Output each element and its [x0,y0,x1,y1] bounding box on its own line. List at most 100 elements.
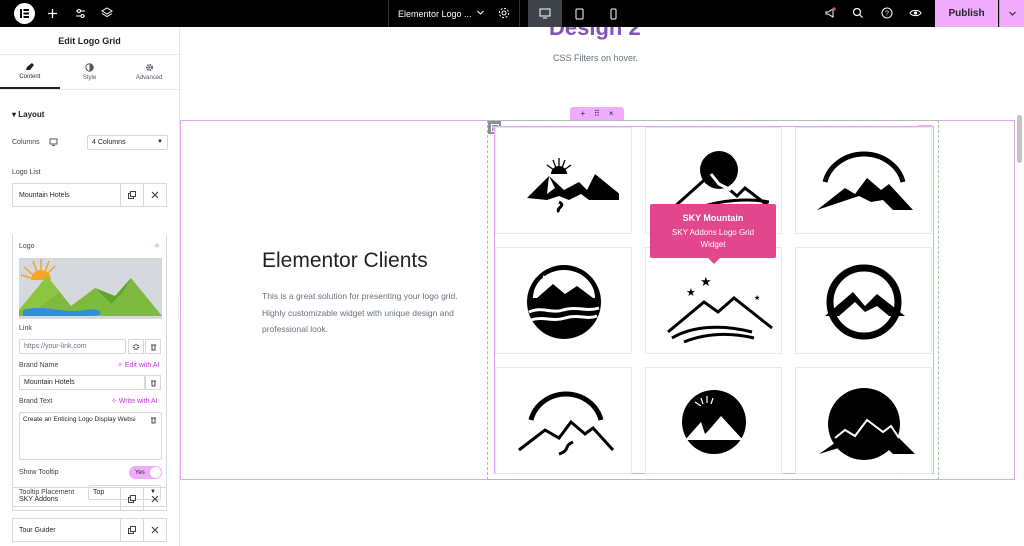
gear-icon [145,64,153,71]
notifications-megaphone-icon[interactable] [823,6,837,20]
design-heading: Design 2 [549,27,641,40]
write-with-ai-link[interactable]: ✧ Write with AI [111,397,158,405]
repeater-item-tour-guider[interactable]: Tour Guider [12,518,167,542]
clients-heading: Elementor Clients [262,249,428,272]
desktop-view-icon[interactable] [528,0,562,27]
link-input[interactable]: https://your-link.com [19,339,126,354]
select-arrow-icon: ▼ [157,139,163,145]
document-title: Elementor Logo ... [398,8,472,19]
mountain-arc-river-logo-icon [517,391,614,456]
section-handle[interactable]: + ⠿ × [570,107,624,120]
brand-name-input[interactable]: Mountain Hotels [19,375,145,390]
tab-style-label: Style [82,75,97,81]
contrast-icon [85,63,94,72]
columns-select-value: 4 Columns [92,139,126,146]
chevron-down-icon [476,8,485,19]
repeater-item-mountain-hotels[interactable]: Mountain Hotels [12,183,167,207]
logo-cell[interactable] [795,247,932,354]
tab-content[interactable]: Content [0,55,60,89]
columns-label: Columns [12,139,40,146]
brand-text-textarea[interactable]: Create an Enticing Logo Display Websi [19,412,162,460]
tooltip-title: SKY Mountain [682,213,744,223]
toggle-knob [150,467,161,478]
columns-select[interactable]: 4 Columns ▼ [87,135,168,150]
help-icon[interactable]: ? [880,6,894,20]
logo-cell[interactable] [795,367,932,474]
panel-tabs: Content Style Advanced [0,55,179,90]
repeater-item-label: SKY Addons [19,495,59,503]
logo-image-preview[interactable] [19,258,162,319]
logo-cell[interactable] [495,247,632,354]
svg-text:?: ? [885,11,889,18]
add-element-icon[interactable] [45,6,59,20]
page-settings-gear-icon[interactable] [497,6,511,20]
link-label: Link [19,325,32,332]
editor-panel: Edit Logo Grid Content Style Advanced ▾ … [0,27,180,546]
repeater-item-sky-addons[interactable]: SKY Addons [12,487,167,511]
logo-tooltip: SKY Mountain SKY Addons Logo Grid Widget [650,204,776,264]
remove-item-close-icon[interactable] [143,519,166,541]
mountain-solid-disk-logo-icon [818,388,915,460]
delete-section-close-icon[interactable]: × [609,109,614,118]
drag-handle-icon[interactable]: ⠿ [594,109,600,118]
design-subtitle: CSS Filters on hover. [553,53,639,63]
show-tooltip-label: Show Tooltip [19,469,59,476]
brand-name-label: Brand Name [19,362,59,369]
link-dynamic-tags-icon[interactable] [145,339,161,354]
edit-with-ai-link[interactable]: ✧ Edit with AI [117,361,159,369]
duplicate-icon[interactable] [120,519,143,541]
brand-name-dynamic-tags-icon[interactable] [145,375,161,390]
ai-sparkle-icon[interactable]: ✧ [154,242,160,250]
tablet-view-icon[interactable] [562,0,596,27]
add-section-icon[interactable]: + [580,109,585,118]
write-with-ai-label: Write with AI [118,398,158,405]
remove-item-close-icon[interactable] [143,184,166,206]
canvas-scrollbar[interactable] [1017,115,1022,163]
duplicate-icon[interactable] [120,184,143,206]
panel-title: Edit Logo Grid [0,27,179,55]
mountain-circle-logo-icon [816,151,913,210]
show-tooltip-toggle[interactable]: Yes [129,466,162,479]
logo-cell[interactable] [645,367,782,474]
logo-list-label: Logo List [12,169,41,176]
mountain-sun-dark-circle-logo-icon [681,390,746,454]
mountain-stars-waves-logo-icon: ★ ★ ★ [666,275,773,343]
brand-text-label: Brand Text [19,398,53,405]
layout-section-title: Layout [18,110,45,119]
structure-layers-icon[interactable] [100,6,114,20]
mobile-view-icon[interactable] [596,0,630,27]
logo-cell[interactable] [495,367,632,474]
logo-label: Logo [19,243,35,250]
design-heading-wrap: Design 2 [540,27,660,41]
publish-options-chevron-icon[interactable] [999,0,1024,27]
mountain-sunburst-logo-icon [526,158,619,214]
top-bar: Elementor Logo ... ? Publish [0,0,1024,27]
layout-section-header[interactable]: ▾ Layout [12,110,44,119]
brand-text-dynamic-tags-icon[interactable] [145,412,161,427]
logo-cell[interactable] [795,127,932,234]
tab-style[interactable]: Style [60,55,120,89]
site-settings-icon[interactable] [73,6,87,20]
brand-text-value: Create an Enticing Logo Display Websi [23,416,136,423]
logo-cell[interactable] [495,127,632,234]
link-options-gear-icon[interactable] [128,339,144,354]
pencil-icon [26,63,35,70]
toggle-state: Yes [135,469,145,476]
repeater-item-label: Mountain Hotels [19,191,70,199]
remove-item-close-icon[interactable] [143,488,166,510]
svg-text:★: ★ [700,275,712,290]
tab-advanced[interactable]: Advanced [119,55,179,89]
preview-eye-icon[interactable] [908,6,922,20]
tab-advanced-label: Advanced [135,75,163,81]
edit-with-ai-label: Edit with AI [124,362,160,369]
elementor-logo-icon[interactable] [14,3,35,24]
repeater-item-label: Tour Guider [19,526,56,534]
clients-description: This is a great solution for presenting … [262,291,458,334]
search-icon[interactable] [851,6,865,20]
responsive-desktop-icon[interactable] [49,138,58,148]
tab-content-label: Content [19,74,41,80]
publish-button[interactable]: Publish [935,0,998,27]
duplicate-icon[interactable] [120,488,143,510]
mountain-birds-circle-logo-icon [526,265,601,339]
svg-text:★: ★ [754,294,760,302]
